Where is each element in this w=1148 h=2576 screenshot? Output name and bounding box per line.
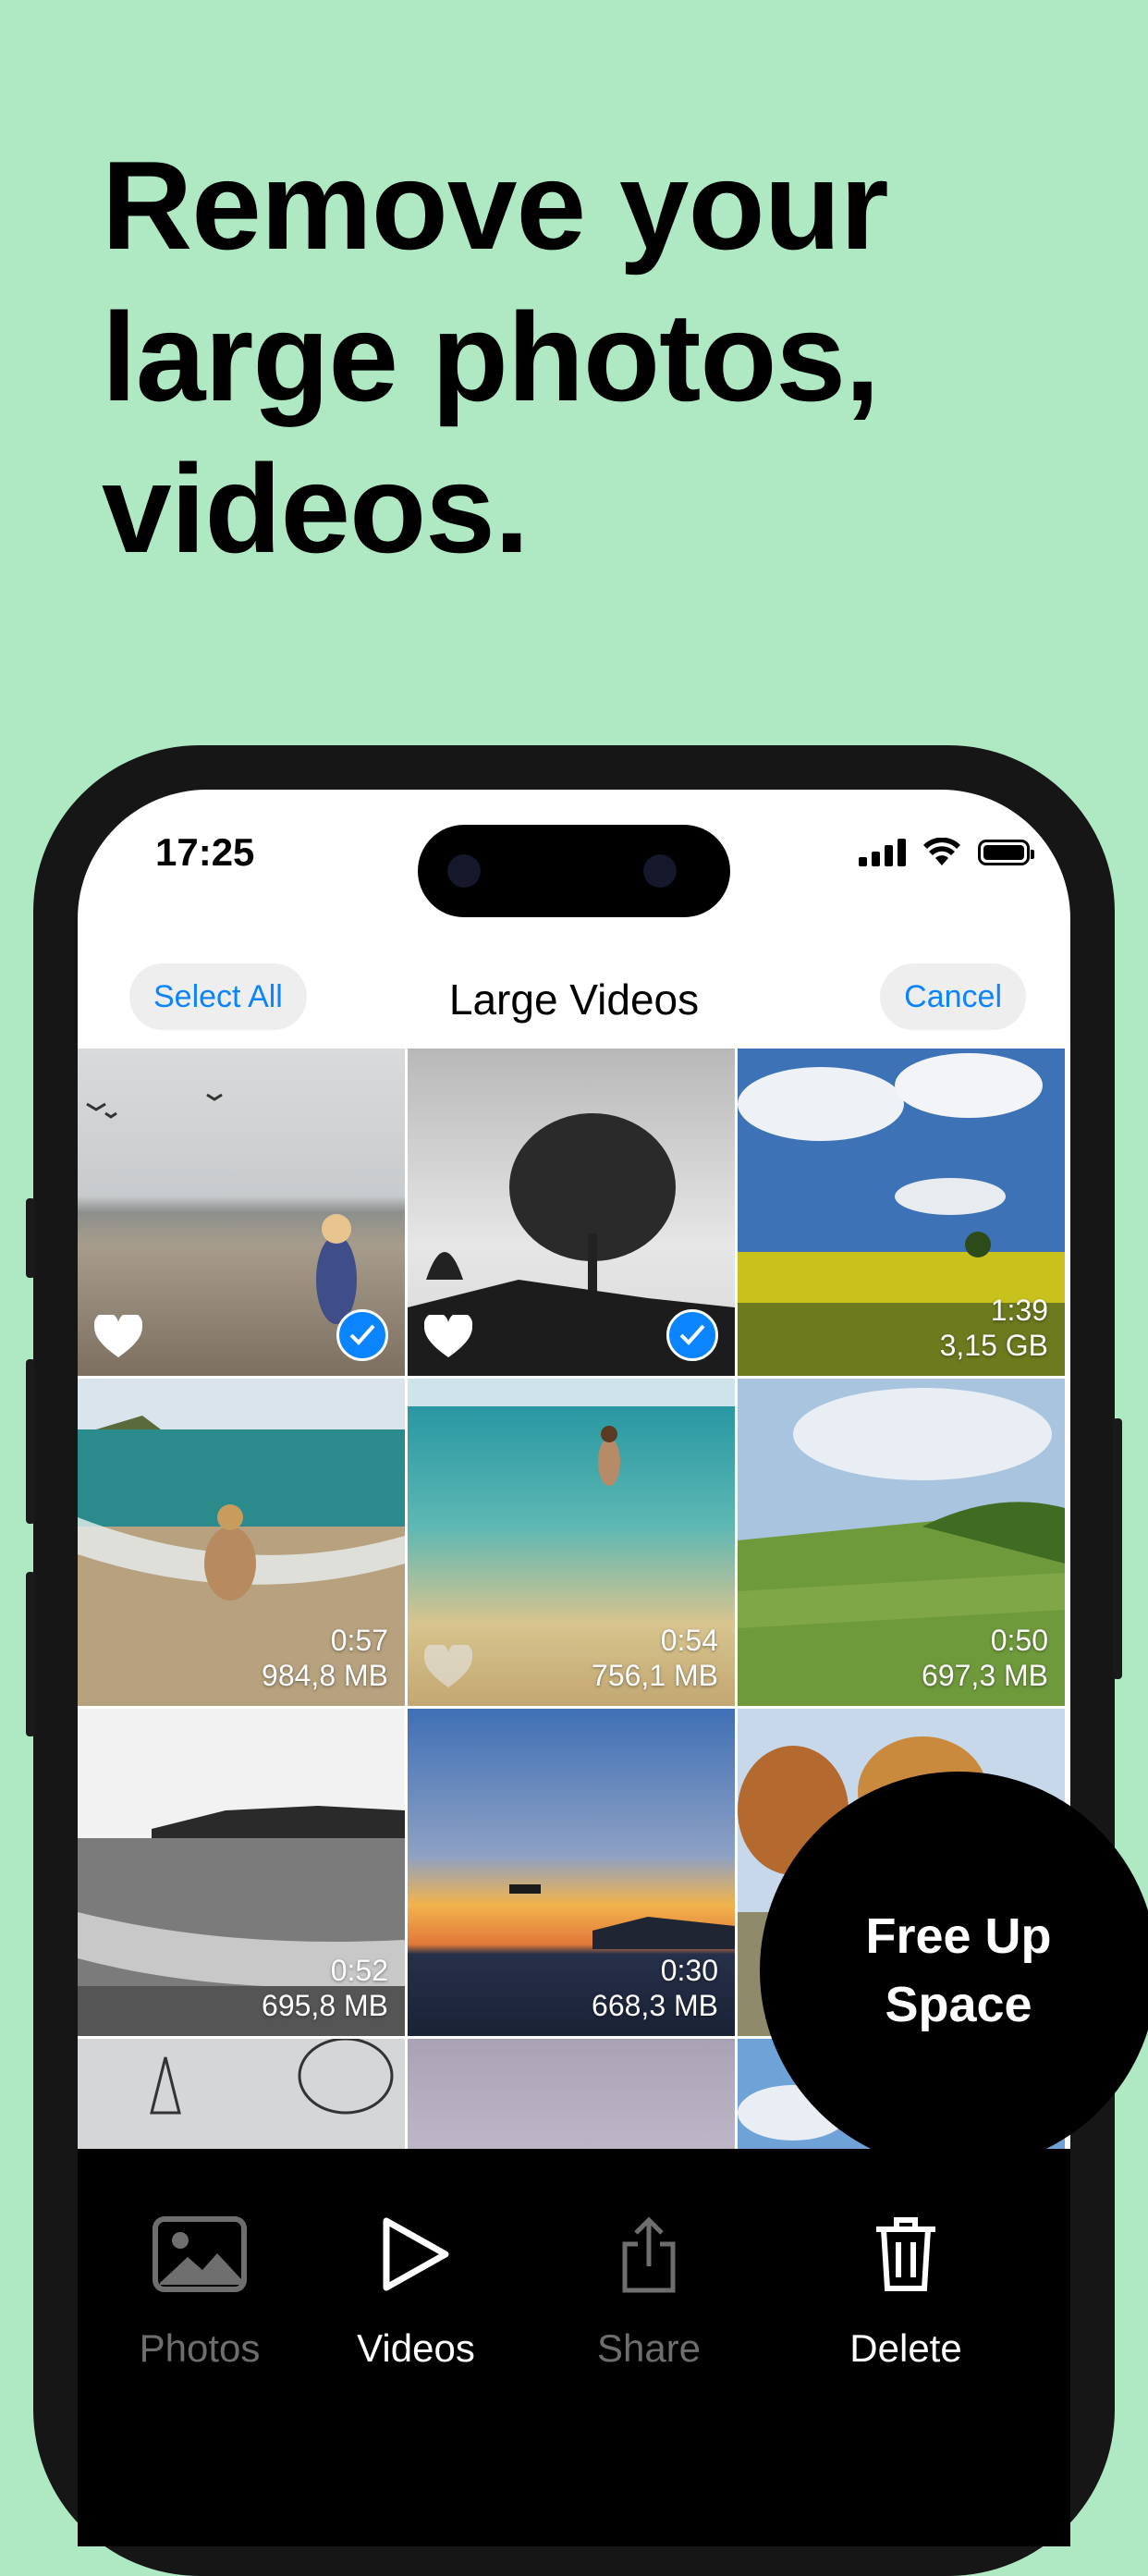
video-duration: 0:52 (330, 1954, 388, 1987)
video-thumbnail[interactable]: 1:39 3,15 GB (738, 1049, 1065, 1376)
video-size: 668,3 MB (592, 1989, 718, 2022)
video-thumbnail[interactable]: 0:52 695,8 MB (78, 1709, 405, 2036)
video-thumbnail[interactable] (408, 1049, 735, 1376)
phone-screen: 17:25 Select All Large Videos Cancel 1:3… (78, 790, 1070, 2546)
video-info: 1:39 3,15 GB (940, 1293, 1048, 1363)
status-icons (859, 838, 1034, 867)
video-thumbnail[interactable]: 0:57 984,8 MB (78, 1379, 405, 1706)
status-time: 17:25 (155, 830, 255, 874)
video-size: 3,15 GB (939, 1329, 1048, 1362)
badge-line-2: Space (885, 1977, 1032, 2032)
favorite-heart-icon[interactable] (94, 1315, 142, 1359)
video-size: 984,8 MB (262, 1659, 388, 1692)
tab-videos[interactable]: Videos (314, 2208, 518, 2371)
share-button[interactable]: Share (547, 2208, 751, 2371)
headline-line-3: videos. (102, 438, 530, 579)
favorite-heart-icon[interactable] (424, 1315, 472, 1359)
volume-up-button (26, 1359, 35, 1524)
video-duration: 0:57 (330, 1624, 388, 1657)
share-label: Share (596, 2326, 702, 2370)
bottom-toolbar: Photos Videos Share Delete (78, 2149, 1070, 2546)
selected-checkmark-icon[interactable] (666, 1309, 718, 1361)
delete-button[interactable]: Delete (804, 2208, 1008, 2371)
video-size: 697,3 MB (922, 1659, 1048, 1692)
wifi-icon (923, 838, 960, 865)
video-thumbnail[interactable]: 0:50 697,3 MB (738, 1379, 1065, 1706)
action-button (26, 1198, 35, 1278)
selected-checkmark-icon[interactable] (336, 1309, 388, 1361)
front-camera-icon (447, 854, 481, 888)
share-icon (622, 2216, 676, 2293)
tab-photos[interactable]: Photos (98, 2208, 301, 2371)
video-info: 0:52 695,8 MB (262, 1953, 388, 2023)
video-duration: 1:39 (990, 1294, 1048, 1327)
video-info: 0:57 984,8 MB (262, 1623, 388, 1693)
video-thumbnail[interactable]: 0:54 756,1 MB (408, 1379, 735, 1706)
tab-videos-label: Videos (357, 2326, 475, 2370)
badge-line-1: Free Up (865, 1908, 1052, 1964)
battery-icon (978, 840, 1034, 865)
volume-down-button (26, 1572, 35, 1736)
power-button (1113, 1418, 1122, 1679)
video-info: 0:30 668,3 MB (592, 1953, 718, 2023)
navigation-bar: Select All Large Videos Cancel (78, 938, 1070, 1039)
video-size: 695,8 MB (262, 1989, 388, 2022)
tab-photos-label: Photos (139, 2326, 261, 2370)
video-duration: 0:30 (660, 1954, 718, 1987)
favorite-heart-outline-icon[interactable] (424, 1645, 472, 1689)
video-info: 0:54 756,1 MB (592, 1623, 718, 1693)
cellular-signal-icon (859, 839, 906, 866)
play-icon (383, 2217, 449, 2291)
video-thumbnail[interactable] (78, 1049, 405, 1376)
headline-line-2: large photos, (102, 287, 880, 427)
dynamic-island (418, 825, 730, 917)
headline-line-1: Remove your (102, 135, 889, 276)
video-info: 0:50 697,3 MB (922, 1623, 1048, 1693)
photos-icon (153, 2216, 247, 2292)
delete-label: Delete (849, 2326, 962, 2370)
video-size: 756,1 MB (592, 1659, 718, 1692)
trash-icon (876, 2217, 935, 2291)
video-duration: 0:50 (990, 1624, 1048, 1657)
free-up-space-badge: Free Up Space (760, 1772, 1148, 2169)
video-duration: 0:54 (660, 1624, 718, 1657)
video-thumbnail[interactable]: 0:30 668,3 MB (408, 1709, 735, 2036)
sensor-icon (643, 854, 677, 888)
cancel-button[interactable]: Cancel (880, 963, 1026, 1030)
headline: Remove your large photos, videos. (102, 129, 1063, 584)
